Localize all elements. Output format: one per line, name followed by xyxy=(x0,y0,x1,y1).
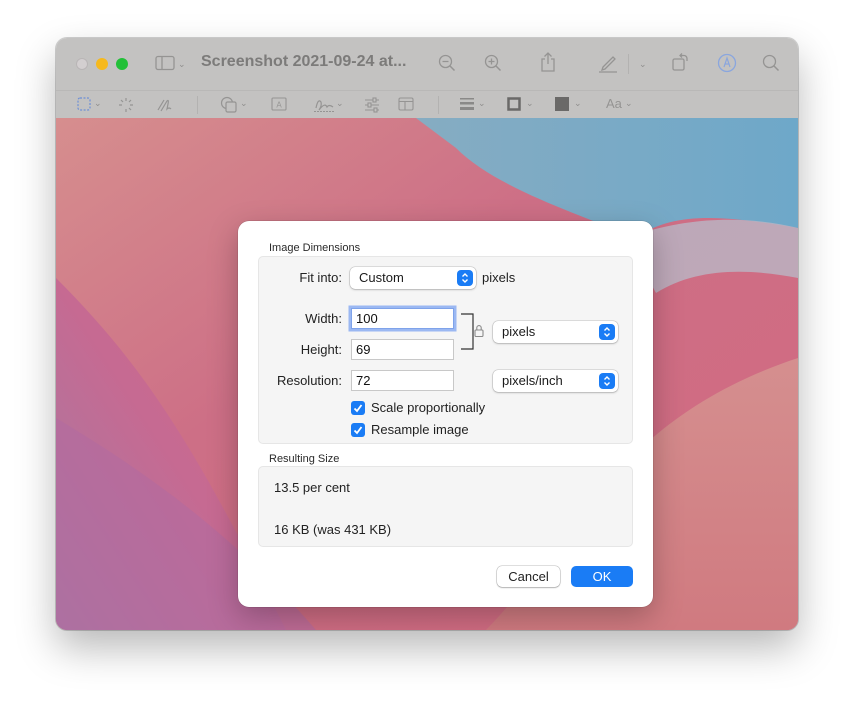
checkmark-icon xyxy=(353,426,363,435)
fit-into-value: Custom xyxy=(359,270,404,285)
image-canvas: Image Dimensions Fit into: Custom pixels… xyxy=(56,118,798,630)
chevron-down-icon[interactable]: ⌄ xyxy=(240,98,248,109)
scale-proportionally-label[interactable]: Scale proportionally xyxy=(371,400,485,415)
height-input[interactable] xyxy=(351,339,454,360)
chevron-down-icon[interactable]: ⌄ xyxy=(178,59,186,70)
chevron-down-icon[interactable]: ⌄ xyxy=(574,98,582,109)
font-icon: Aa xyxy=(606,96,622,111)
scale-proportionally-checkbox[interactable] xyxy=(351,401,365,415)
signature-icon xyxy=(314,100,334,112)
chevron-down-icon[interactable]: ⌄ xyxy=(526,98,534,109)
instant-alpha-button[interactable] xyxy=(118,97,134,113)
lock-button[interactable] xyxy=(474,324,484,337)
resample-image-checkbox[interactable] xyxy=(351,423,365,437)
size-unit-select[interactable]: pixels xyxy=(493,321,618,343)
close-window-button[interactable] xyxy=(76,58,88,70)
fill-color-icon xyxy=(555,97,569,111)
lock-icon xyxy=(474,325,484,337)
ok-button[interactable]: OK xyxy=(571,566,633,587)
chevron-down-icon[interactable]: ⌄ xyxy=(625,98,633,109)
line-style-icon xyxy=(460,98,474,110)
resolution-unit-value: pixels/inch xyxy=(502,373,563,388)
pencil-icon xyxy=(599,56,617,73)
checkmark-icon xyxy=(353,404,363,413)
adjust-size-dialog: Image Dimensions Fit into: Custom pixels… xyxy=(238,221,653,607)
zoom-out-button[interactable] xyxy=(438,54,456,72)
rotate-button[interactable] xyxy=(671,52,691,72)
chevron-down-icon[interactable]: ⌄ xyxy=(478,98,486,109)
minimize-window-button[interactable] xyxy=(96,58,108,70)
fit-into-label: Fit into: xyxy=(299,270,342,285)
search-icon xyxy=(762,54,780,72)
resolution-unit-select[interactable]: pixels/inch xyxy=(493,370,618,392)
window-title: Screenshot 2021-09-24 at... xyxy=(201,53,407,70)
markup-toolbar-button[interactable] xyxy=(717,53,737,73)
border-color-button[interactable] xyxy=(507,97,521,111)
page-layout-button[interactable] xyxy=(398,97,414,111)
width-label: Width: xyxy=(305,311,342,326)
share-button[interactable] xyxy=(540,52,556,72)
sidebar-toggle-button[interactable] xyxy=(155,55,175,71)
zoom-in-icon xyxy=(484,54,502,72)
shapes-button[interactable] xyxy=(220,96,238,114)
text-box-button[interactable]: A xyxy=(271,97,287,111)
toolbar-divider xyxy=(197,96,198,114)
sketch-icon xyxy=(157,99,172,112)
resample-image-label[interactable]: Resample image xyxy=(371,422,469,437)
up-down-arrows-icon xyxy=(457,270,473,286)
sketch-button[interactable] xyxy=(156,97,174,113)
markup-pen-button[interactable] xyxy=(598,53,618,73)
maximize-window-button[interactable] xyxy=(116,58,128,70)
markup-toolbar: ⌄ ⌄ A ⌄ ⌄ ⌄ ⌄ Aa ⌄ xyxy=(56,90,798,119)
resulting-percent: 13.5 per cent xyxy=(274,480,350,495)
up-down-arrows-icon xyxy=(599,373,615,389)
chevron-down-icon[interactable]: ⌄ xyxy=(639,59,647,70)
instant-alpha-icon xyxy=(119,98,133,112)
resulting-size-label: Resulting Size xyxy=(269,453,340,465)
size-unit-value: pixels xyxy=(502,324,536,339)
title-bar: ⌄ Screenshot 2021-09-24 at... ⌄ ⌄ ⌄ A ⌄ … xyxy=(56,38,798,118)
rotate-icon xyxy=(672,53,688,71)
selection-tool-button[interactable] xyxy=(77,97,91,111)
font-button[interactable]: Aa xyxy=(606,96,622,111)
search-button[interactable] xyxy=(762,54,780,72)
chevron-down-icon[interactable]: ⌄ xyxy=(336,98,344,109)
cancel-button[interactable]: Cancel xyxy=(497,566,560,587)
fit-into-select[interactable]: Custom xyxy=(350,267,476,289)
resolution-label: Resolution: xyxy=(276,373,342,388)
shapes-icon xyxy=(220,96,237,113)
fill-color-button[interactable] xyxy=(555,97,569,111)
line-style-button[interactable] xyxy=(460,98,474,110)
chevron-down-icon[interactable]: ⌄ xyxy=(94,98,102,109)
width-input[interactable] xyxy=(351,308,454,329)
image-dimensions-group: Fit into: Custom pixels Width: Height: p… xyxy=(258,256,633,444)
fit-into-unit: pixels xyxy=(482,270,516,285)
preview-window: ⌄ Screenshot 2021-09-24 at... ⌄ ⌄ ⌄ A ⌄ … xyxy=(56,38,798,630)
share-icon xyxy=(541,52,555,72)
border-color-icon xyxy=(507,97,521,111)
page-layout-icon xyxy=(398,97,414,111)
link-bracket xyxy=(461,313,474,350)
adjust-color-icon xyxy=(365,97,379,113)
sidebar-icon xyxy=(155,55,175,71)
resulting-file-size: 16 KB (was 431 KB) xyxy=(274,522,392,537)
zoom-in-button[interactable] xyxy=(484,54,502,72)
resolution-input[interactable] xyxy=(351,370,454,391)
signature-button[interactable] xyxy=(313,96,335,114)
toolbar-divider xyxy=(438,96,439,114)
markup-icon xyxy=(717,53,737,73)
image-dimensions-label: Image Dimensions xyxy=(269,242,361,254)
toolbar-divider xyxy=(628,54,629,74)
zoom-out-icon xyxy=(438,54,456,72)
svg-text:A: A xyxy=(276,101,282,110)
up-down-arrows-icon xyxy=(599,324,615,340)
height-label: Height: xyxy=(300,342,342,357)
text-box-icon: A xyxy=(271,97,287,111)
resulting-size-group: 13.5 per cent 16 KB (was 431 KB) xyxy=(258,466,633,547)
adjust-color-button[interactable] xyxy=(364,97,380,113)
rectangular-selection-icon xyxy=(77,97,91,111)
main-toolbar: ⌄ Screenshot 2021-09-24 at... ⌄ xyxy=(56,38,798,90)
